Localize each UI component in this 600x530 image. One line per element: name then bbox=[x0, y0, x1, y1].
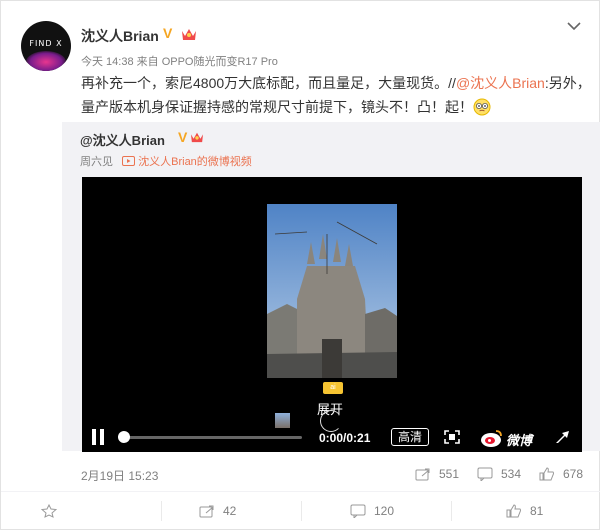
avatar-glow bbox=[26, 51, 66, 71]
forward-icon bbox=[199, 505, 214, 518]
mention-link[interactable]: @沈义人Brian bbox=[456, 75, 545, 91]
comment-button-count: 120 bbox=[374, 504, 395, 518]
share-count-value: 551 bbox=[439, 467, 460, 481]
like-button-count: 81 bbox=[530, 504, 544, 518]
forward-count: 42 bbox=[223, 504, 237, 518]
video-time: 0:00/0:21 bbox=[319, 431, 371, 445]
comment-count-value: 534 bbox=[501, 467, 522, 481]
video-frame-image bbox=[267, 204, 397, 378]
pause-icon[interactable] bbox=[92, 429, 106, 445]
repost-meta: 周六见 沈义人Brian的微博视频 bbox=[80, 153, 252, 169]
action-divider bbox=[301, 501, 302, 521]
forward-icon bbox=[415, 468, 430, 481]
thumbs-up-icon bbox=[506, 504, 521, 518]
progress-knob[interactable] bbox=[118, 431, 130, 443]
like-count-value: 678 bbox=[563, 467, 584, 481]
progress-track[interactable] bbox=[118, 436, 302, 439]
avatar-logo-text: FIND X bbox=[29, 39, 63, 48]
verified-v-icon: V bbox=[178, 129, 188, 145]
crown-member-icon[interactable] bbox=[181, 27, 197, 41]
post-meta: 今天 14:38 来自 OPPO随光而变R17 Pro bbox=[81, 56, 278, 68]
repost-time: 周六见 bbox=[80, 156, 113, 168]
favorite-button[interactable] bbox=[41, 504, 103, 518]
avatar[interactable]: FIND X bbox=[21, 21, 71, 71]
post-text-part1: 再补充一个，索尼4800万大底标配，而且量足，大量现货。// bbox=[81, 75, 456, 91]
repost-block: @沈义人Brian V 周六见 沈义人Brian的微博视频 ai 展开 0:00… bbox=[62, 122, 600, 452]
quality-button[interactable]: 高清 bbox=[391, 428, 429, 446]
video-player[interactable]: ai 展开 0:00/0:21 高清 微博 bbox=[82, 177, 582, 452]
share-icon[interactable] bbox=[555, 430, 571, 444]
action-divider bbox=[161, 501, 162, 521]
comment-icon bbox=[350, 504, 366, 518]
author-name[interactable]: 沈义人Brian bbox=[81, 26, 159, 46]
fullscreen-icon[interactable] bbox=[444, 430, 460, 444]
comment-button[interactable]: 120 bbox=[350, 504, 410, 518]
repost-author[interactable]: @沈义人Brian bbox=[80, 130, 165, 149]
weibo-logo-icon[interactable] bbox=[480, 428, 504, 448]
thumbs-up-icon bbox=[539, 467, 554, 481]
verified-v-icon: V bbox=[163, 25, 173, 41]
weibo-card: FIND X 沈义人Brian V 今天 14:38 来自 OPPO随光而变R1… bbox=[0, 0, 600, 530]
weibo-brand: 微博 bbox=[506, 433, 533, 448]
video-controls: 0:00/0:21 高清 微博 bbox=[82, 425, 582, 451]
forward-button[interactable]: 42 bbox=[199, 504, 259, 518]
video-link-icon bbox=[122, 156, 136, 166]
chevron-down-icon[interactable] bbox=[567, 21, 581, 31]
repost-date[interactable]: 2月19日 15:23 bbox=[81, 467, 158, 484]
footer-divider bbox=[1, 491, 600, 492]
crown-member-icon[interactable] bbox=[190, 131, 204, 143]
comment-icon bbox=[477, 467, 493, 481]
like-button[interactable]: 81 bbox=[506, 504, 566, 518]
action-divider bbox=[451, 501, 452, 521]
video-link[interactable]: 沈义人Brian的微博视频 bbox=[138, 156, 252, 168]
sweat-emoji-icon bbox=[473, 98, 491, 116]
star-icon bbox=[41, 504, 57, 518]
expand-badge: ai bbox=[323, 382, 343, 394]
post-text: 再补充一个，索尼4800万大底标配，而且量足，大量现货。//@沈义人Brian:… bbox=[81, 71, 591, 119]
cathedral-image bbox=[267, 204, 397, 378]
